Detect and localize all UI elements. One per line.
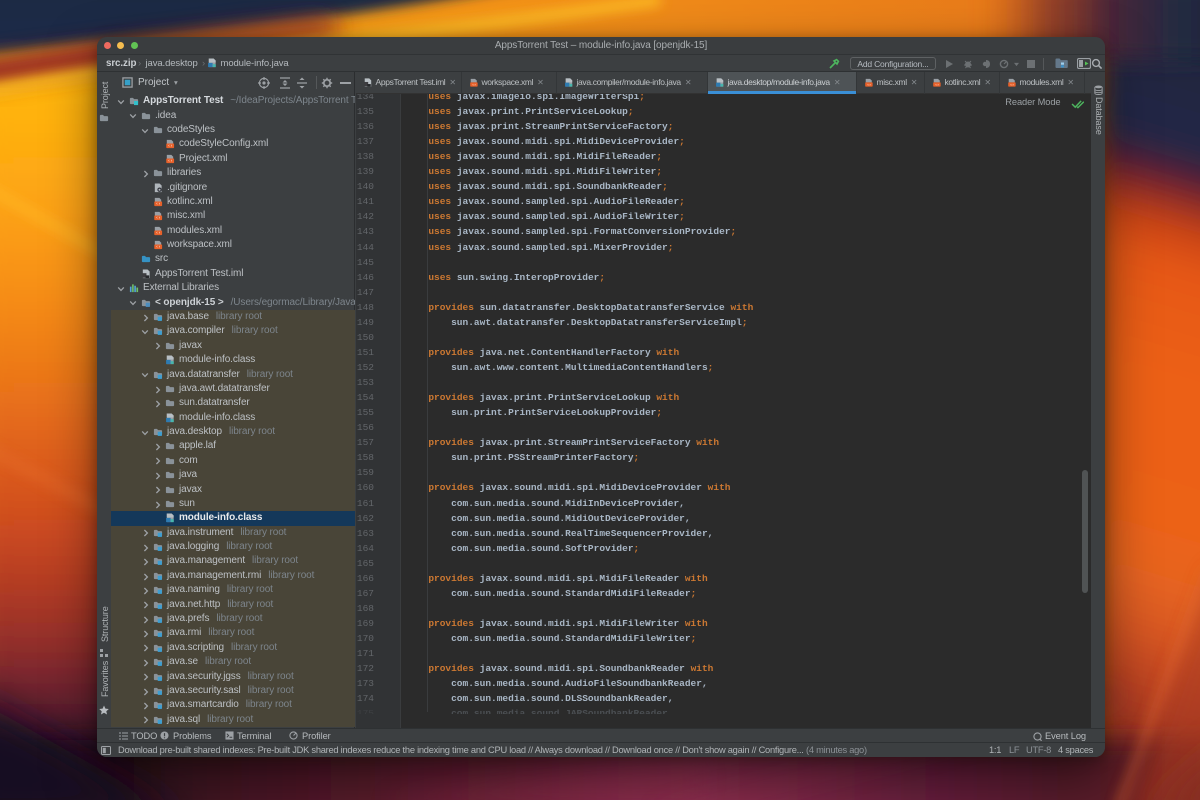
svg-text:‹›: ‹› <box>156 245 161 250</box>
svg-text:‹›: ‹› <box>867 83 871 88</box>
svg-text:‹›: ‹› <box>168 145 173 150</box>
svg-text:‹›: ‹› <box>156 217 161 222</box>
svg-text:‹›: ‹› <box>168 159 173 164</box>
svg-text:‹›: ‹› <box>156 202 161 207</box>
svg-text:‹›: ‹› <box>156 231 161 236</box>
svg-text:‹›: ‹› <box>935 83 939 88</box>
svg-text:‹›: ‹› <box>472 83 476 88</box>
svg-text:‹›: ‹› <box>1010 83 1014 88</box>
